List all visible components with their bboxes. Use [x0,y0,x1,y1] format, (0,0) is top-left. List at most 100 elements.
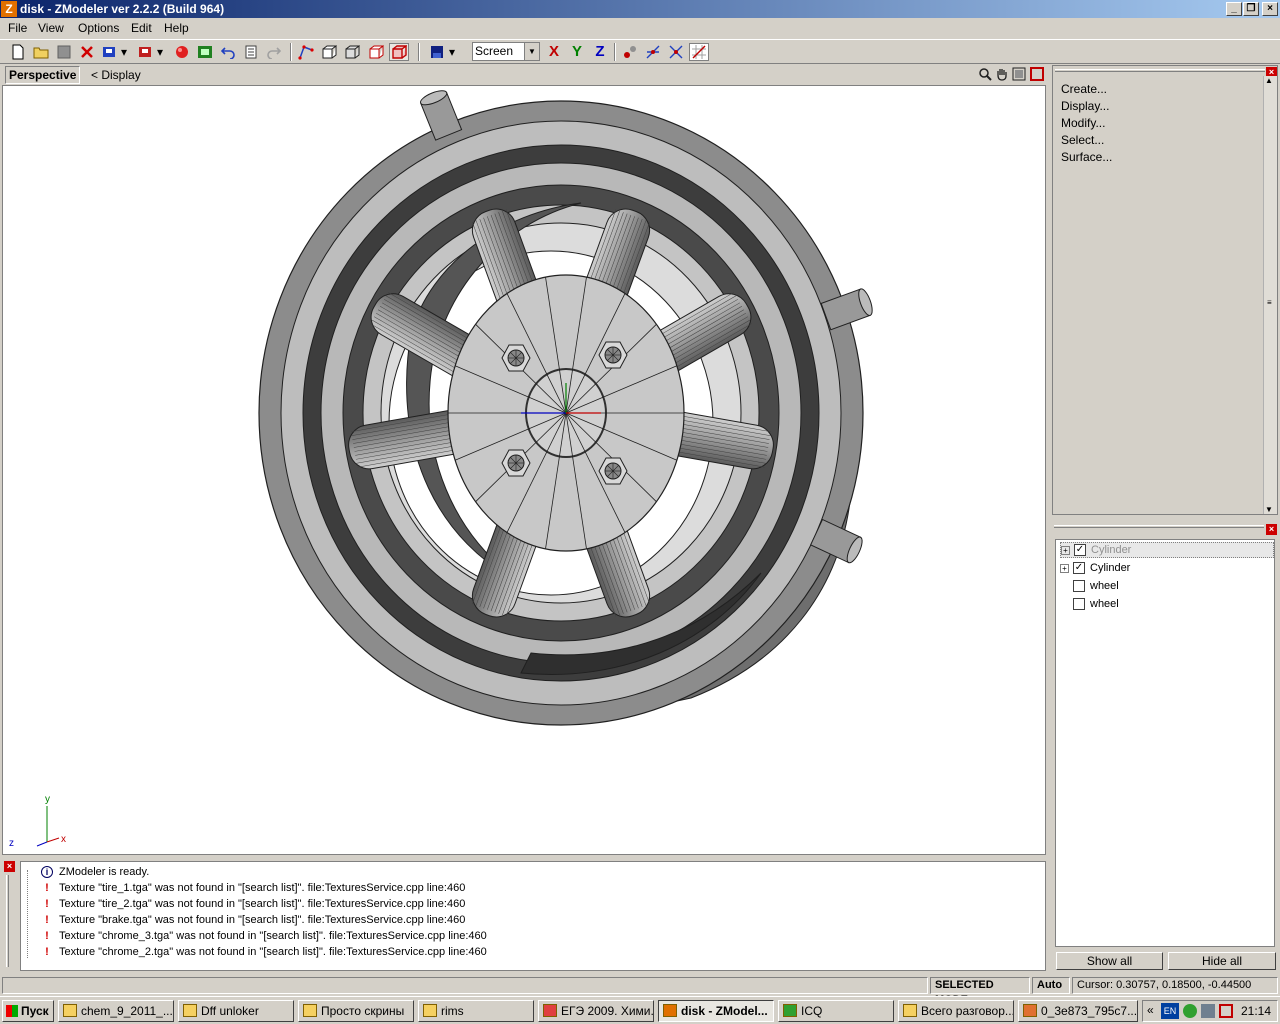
snap-indicator[interactable]: Auto [1032,977,1070,994]
windows-logo-icon [6,1005,18,1017]
3d-viewport[interactable]: y x z [2,85,1046,855]
display-menu[interactable]: < Display [91,68,141,82]
redo-icon[interactable] [264,43,284,61]
cmd-create[interactable]: Create... [1061,82,1107,96]
menu-help[interactable]: Help [164,21,189,35]
save-icon[interactable] [54,43,74,61]
log-entry[interactable]: ! Texture "tire_1.tga" was not found in "… [41,880,465,896]
object-row[interactable]: wheel [1073,596,1119,612]
new-file-icon[interactable] [8,43,28,61]
axis-z-button[interactable]: Z [591,43,609,61]
taskbar-button[interactable]: chem_9_2011_... [58,1000,174,1022]
log-entry[interactable]: i ZModeler is ready. [41,864,149,880]
axis-x-button[interactable]: X [545,43,563,61]
taskbar-button[interactable]: Всего разговор... [898,1000,1014,1022]
expand-icon[interactable]: + [1060,563,1069,573]
start-button[interactable]: Пуск [2,1000,54,1022]
task-app-icon [903,1004,917,1017]
open-folder-icon[interactable] [31,43,51,61]
taskbar-button[interactable]: Просто скрины [298,1000,414,1022]
close-icon[interactable]: × [4,861,15,872]
scroll-grip-icon[interactable]: ≡ [1267,298,1272,307]
visibility-checkbox[interactable] [1073,580,1085,592]
object-row[interactable]: + ✓ Cylinder [1060,560,1130,576]
error-exclamation-icon: ! [45,898,49,910]
panel-grip[interactable] [1054,525,1264,528]
face-mode-icon[interactable] [319,43,339,61]
menu-view[interactable]: View [38,21,64,35]
grid-toggle-icon[interactable] [689,43,709,61]
cmd-select[interactable]: Select... [1061,133,1104,147]
undo-icon[interactable] [218,43,238,61]
material-editor-icon[interactable] [195,43,215,61]
menu-options[interactable]: Options [78,21,119,35]
panel-grip[interactable] [1055,69,1265,72]
zoom-icon[interactable] [978,67,992,81]
log-text: Texture "chrome_3.tga" was not found in … [59,930,487,942]
visibility-checkbox[interactable]: ✓ [1074,544,1086,556]
scroll-down-icon[interactable]: ▼ [1265,505,1273,514]
network-icon[interactable] [1201,1004,1215,1018]
viewport-active-icon[interactable] [1030,67,1044,81]
visibility-checkbox[interactable]: ✓ [1073,562,1085,574]
log-entry[interactable]: ! Texture "brake.tga" was not found in "[… [41,912,465,928]
display-cube-icon[interactable] [427,43,447,61]
vertex-mode-icon[interactable] [296,43,316,61]
pan-hand-icon[interactable] [995,67,1009,81]
delete-icon[interactable] [77,43,97,61]
selected-mode-icon[interactable] [389,43,409,61]
visibility-checkbox[interactable] [1073,598,1085,610]
viewport-name-tab[interactable]: Perspective [5,66,80,84]
icq-flower-icon[interactable] [1183,1004,1197,1018]
axis-y-button[interactable]: Y [568,43,586,61]
menu-edit[interactable]: Edit [131,21,152,35]
menu-file[interactable]: File [8,21,27,35]
display-dropdown-icon[interactable]: ▾ [446,43,458,61]
pivot-icon[interactable] [643,43,663,61]
wheel-model-render[interactable]: y x z [3,86,1045,854]
minimize-button[interactable]: _ [1226,2,1242,16]
taskbar-button[interactable]: 0_3e873_795c7... [1018,1000,1138,1022]
show-all-button[interactable]: Show all [1056,952,1163,970]
object-row[interactable]: wheel [1073,578,1119,594]
panel-scrollbar[interactable]: ▲ ≡ ▼ [1263,76,1277,514]
snap-icon[interactable] [620,43,640,61]
taskbar-button[interactable]: rims [418,1000,534,1022]
edge-mode-icon[interactable] [366,43,386,61]
antivirus-icon[interactable] [1219,1004,1233,1018]
taskbar-button[interactable]: Dff unloker [178,1000,294,1022]
object-mode-icon[interactable] [342,43,362,61]
render-sphere-icon[interactable] [172,43,192,61]
import-dropdown-icon[interactable]: ▾ [118,43,130,61]
hide-all-button[interactable]: Hide all [1168,952,1276,970]
taskbar-button[interactable]: ICQ [778,1000,894,1022]
cmd-surface[interactable]: Surface... [1061,150,1112,164]
log-entry[interactable]: ! Texture "chrome_3.tga" was not found in… [41,928,487,944]
object-row[interactable]: + ✓ Cylinder [1060,542,1274,558]
maximize-viewport-icon[interactable] [1012,67,1026,81]
log-entry[interactable]: ! Texture "tire_2.tga" was not found in "… [41,896,465,912]
close-button[interactable]: × [1262,2,1278,16]
cmd-display[interactable]: Display... [1061,99,1109,113]
restore-button[interactable]: ❐ [1243,2,1259,16]
close-icon[interactable]: × [1266,524,1277,535]
properties-icon[interactable] [241,43,261,61]
import-icon[interactable] [100,43,120,61]
export-dropdown-icon[interactable]: ▾ [154,43,166,61]
scroll-up-icon[interactable]: ▲ [1265,76,1273,85]
export-icon[interactable] [136,43,156,61]
log-entry[interactable]: ! Texture "chrome_2.tga" was not found in… [41,944,487,960]
language-indicator[interactable]: EN [1161,1003,1179,1019]
zmodeler-app-icon[interactable]: Z [1,1,17,17]
chevron-down-icon[interactable]: ▼ [524,43,539,60]
panel-grip[interactable] [6,875,9,967]
axes-transform-icon[interactable] [666,43,686,61]
taskbar-button[interactable]: disk - ZModel... [658,1000,774,1022]
log-list[interactable]: i ZModeler is ready.! Texture "tire_1.tga"… [20,861,1046,971]
error-exclamation-icon: ! [45,882,49,894]
expand-icon[interactable]: + [1061,545,1070,555]
coord-space-select[interactable]: Screen ▼ [472,42,540,61]
tray-expand-icon[interactable]: « [1147,1003,1154,1017]
taskbar-button[interactable]: ЕГЭ 2009. Хими... [538,1000,654,1022]
cmd-modify[interactable]: Modify... [1061,116,1105,130]
